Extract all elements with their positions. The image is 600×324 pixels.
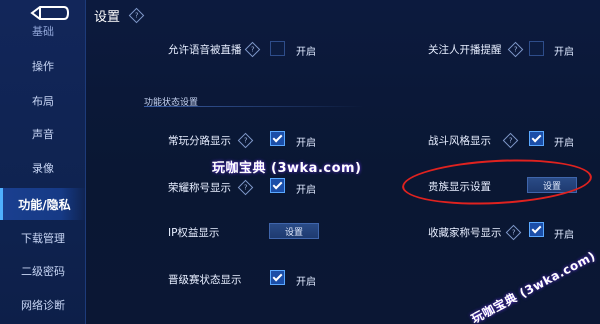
sidebar: 基础 操作 布局 声音 录像 功能/隐私 下载管理 二级密码 网络诊断 — [0, 0, 86, 324]
sidebar-item-basic[interactable]: 基础 — [0, 22, 86, 40]
collector-title-help-icon[interactable]: ? — [505, 224, 522, 241]
back-arrow-icon[interactable] — [26, 4, 70, 22]
follow-live-checkbox[interactable] — [529, 41, 544, 56]
lane-display-checkbox[interactable] — [270, 131, 285, 146]
battle-style-help-icon[interactable]: ? — [502, 132, 519, 149]
follow-live-label: 关注人开播提醒 — [428, 44, 502, 56]
battle-style-on-label: 开启 — [554, 138, 574, 149]
ip-rights-settings-button[interactable]: 设置 — [269, 223, 319, 239]
sidebar-item-sound[interactable]: 声音 — [0, 120, 86, 148]
voice-live-on-label: 开启 — [296, 47, 316, 58]
promotion-status-label: 晋级赛状态显示 — [168, 274, 242, 286]
collector-title-checkbox[interactable] — [529, 222, 544, 237]
sidebar-item-download[interactable]: 下载管理 — [0, 224, 86, 252]
lane-display-on-label: 开启 — [296, 138, 316, 149]
voice-live-checkbox[interactable] — [270, 41, 285, 56]
sidebar-item-network-diagnosis[interactable]: 网络诊断 — [0, 291, 86, 319]
lane-display-label: 常玩分路显示 — [168, 135, 231, 147]
honor-title-help-icon[interactable]: ? — [237, 179, 254, 196]
watermark-corner: 玩咖宝典 (3wka.com) — [468, 248, 598, 324]
honor-title-on-label: 开启 — [296, 185, 316, 196]
ip-rights-label: IP权益显示 — [168, 227, 220, 239]
follow-live-help-icon[interactable]: ? — [507, 41, 524, 58]
help-icon[interactable]: ? — [128, 7, 145, 24]
annotation-circle — [400, 155, 594, 209]
follow-live-on-label: 开启 — [554, 47, 574, 58]
honor-title-checkbox[interactable] — [270, 178, 285, 193]
lane-display-help-icon[interactable]: ? — [237, 132, 254, 149]
sidebar-item-controls[interactable]: 操作 — [0, 52, 86, 80]
watermark-center: 玩咖宝典 (3wka.com) — [212, 161, 362, 176]
sidebar-item-recording[interactable]: 录像 — [0, 154, 86, 182]
sidebar-item-layout[interactable]: 布局 — [0, 87, 86, 115]
sidebar-item-secondary-password[interactable]: 二级密码 — [0, 257, 86, 285]
promotion-status-checkbox[interactable] — [270, 270, 285, 285]
collector-title-label: 收藏家称号显示 — [428, 227, 502, 239]
voice-live-label: 允许语音被直播 — [168, 44, 242, 56]
honor-title-label: 荣耀称号显示 — [168, 182, 231, 194]
section-divider — [144, 106, 364, 107]
battle-style-label: 战斗风格显示 — [428, 135, 491, 147]
page-title: 设置 — [94, 10, 121, 25]
sidebar-item-function-privacy[interactable]: 功能/隐私 — [0, 188, 86, 220]
voice-live-help-icon[interactable]: ? — [244, 41, 261, 58]
promotion-status-on-label: 开启 — [296, 277, 316, 288]
collector-title-on-label: 开启 — [554, 230, 574, 241]
battle-style-checkbox[interactable] — [529, 131, 544, 146]
